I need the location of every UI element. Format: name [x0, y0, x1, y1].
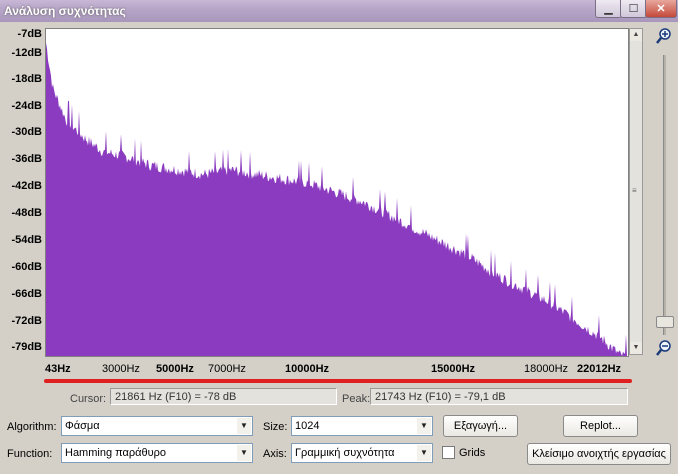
scroll-up-arrow-icon[interactable]: ▲: [630, 29, 642, 41]
zoom-in-icon[interactable]: [655, 27, 673, 45]
y-tick-label: -7dB: [17, 28, 42, 40]
x-tick-label: 15000Hz: [431, 363, 476, 375]
spectrum-chart: [46, 42, 628, 356]
y-tick-label: -18dB: [11, 73, 42, 85]
algorithm-select[interactable]: Φάσμα ▼: [61, 416, 253, 436]
spectrum-plot[interactable]: [45, 28, 629, 357]
function-label: Function:: [7, 448, 53, 460]
chevron-down-icon: ▼: [417, 445, 431, 461]
algorithm-label: Algorithm:: [7, 421, 57, 433]
minimize-icon: ▁: [604, 3, 613, 15]
maximize-button[interactable]: ☐: [620, 0, 647, 18]
size-select[interactable]: 1024 ▼: [291, 416, 433, 436]
axis-value: Γραμμική συχνότητα: [295, 447, 395, 459]
title-bar[interactable]: Ανάλυση συχνότητας ▁ ☐ ✕: [0, 0, 678, 22]
axis-select[interactable]: Γραμμική συχνότητα ▼: [291, 443, 433, 463]
close-icon: ✕: [656, 3, 666, 15]
y-tick-label: -12dB: [11, 47, 42, 59]
y-tick-label: -54dB: [11, 234, 42, 246]
maximize-icon: ☐: [628, 3, 639, 15]
replot-button[interactable]: Replot...: [563, 415, 638, 437]
y-tick-label: -79dB: [11, 341, 42, 353]
y-tick-label: -24dB: [11, 100, 42, 112]
x-tick-label: 7000Hz: [208, 363, 246, 375]
peak-readout: 21743 Hz (F10) = -79,1 dB: [370, 388, 628, 405]
scroll-down-arrow-icon[interactable]: ▼: [630, 342, 642, 354]
window-title: Ανάλυση συχνότητας: [4, 4, 126, 18]
chevron-down-icon: ▼: [417, 418, 431, 434]
cursor-readout: 21861 Hz (F10) = -78 dB: [110, 388, 337, 405]
x-tick-label: 18000Hz: [524, 363, 569, 375]
peak-label: Peak:: [342, 393, 371, 405]
x-tick-label: 3000Hz: [102, 363, 140, 375]
axis-label: Axis:: [263, 448, 287, 460]
x-tick-label: 5000Hz: [156, 363, 194, 375]
x-tick-label: 43Hz: [45, 363, 71, 375]
x-tick-label: 10000Hz: [285, 363, 330, 375]
y-tick-label: -66dB: [11, 288, 42, 300]
close-window-button[interactable]: ✕: [645, 0, 677, 18]
cursor-label: Cursor:: [70, 393, 107, 405]
x-axis: 43Hz 3000Hz 5000Hz 7000Hz 10000Hz 15000Hz 1800…: [45, 358, 629, 378]
y-tick-label: -48dB: [11, 207, 42, 219]
x-tick-label: 22012Hz: [577, 363, 622, 375]
zoom-out-icon[interactable]: [655, 339, 673, 357]
red-underline-annotation: [44, 379, 632, 383]
grids-checkbox[interactable]: [442, 446, 455, 459]
y-tick-label: -72dB: [11, 315, 42, 327]
close-task-button[interactable]: Κλείσιμο ανοιχτής εργασίας: [527, 443, 671, 465]
algorithm-value: Φάσμα: [65, 420, 100, 432]
scroll-grip-icon[interactable]: ≡: [632, 186, 640, 196]
chevron-down-icon: ▼: [237, 445, 251, 461]
zoom-slider-thumb[interactable]: [656, 316, 674, 328]
minimize-button[interactable]: ▁: [595, 0, 622, 18]
function-select[interactable]: Hamming παράθυρο ▼: [61, 443, 253, 463]
vertical-scrollbar[interactable]: ▲ ≡ ▼: [629, 28, 643, 355]
function-value: Hamming παράθυρο: [65, 447, 167, 459]
y-tick-label: -30dB: [11, 126, 42, 138]
y-tick-label: -36dB: [11, 153, 42, 165]
grids-label: Grids: [459, 447, 486, 459]
y-tick-label: -60dB: [11, 261, 42, 273]
y-tick-label: -42dB: [11, 180, 42, 192]
spectrum-area: [46, 42, 628, 356]
export-button[interactable]: Εξαγωγή...: [443, 415, 518, 437]
size-label: Size:: [263, 421, 288, 433]
zoom-slider-track[interactable]: [663, 55, 666, 335]
chevron-down-icon: ▼: [237, 418, 251, 434]
size-value: 1024: [295, 420, 320, 432]
